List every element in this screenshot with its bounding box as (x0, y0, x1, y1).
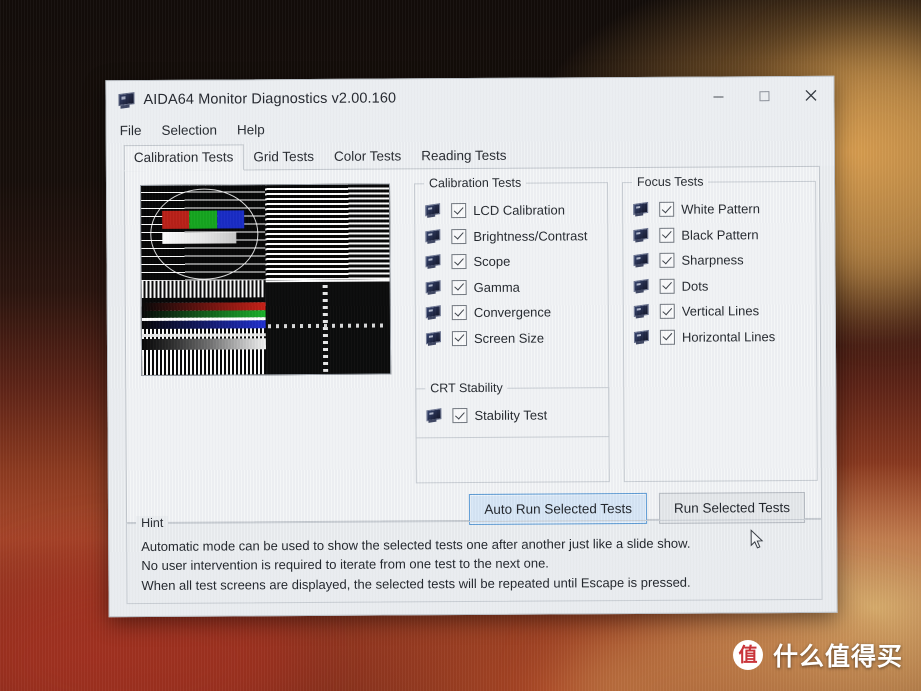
test-row-black-pattern[interactable]: Black Pattern (623, 221, 815, 248)
monitor-icon (425, 408, 442, 424)
test-row-white-pattern[interactable]: White Pattern (623, 196, 815, 223)
title-bar[interactable]: AIDA64 Monitor Diagnostics v2.00.160 (106, 76, 834, 119)
test-label: Stability Test (474, 407, 548, 424)
hint-title: Hint (136, 515, 169, 530)
test-row-brightness-contrast[interactable]: Brightness/Contrast (415, 223, 607, 250)
test-row-sharpness[interactable]: Sharpness (623, 247, 815, 274)
checkbox-gamma[interactable] (451, 279, 467, 295)
monitor-icon (425, 330, 441, 346)
test-label: Scope (473, 254, 511, 270)
monitor-icon (424, 254, 441, 270)
test-label: Brightness/Contrast (473, 228, 588, 244)
test-row-stability-test[interactable]: Stability Test (416, 402, 608, 429)
group-calibration-tests: Calibration Tests LCD Calibration Bright… (414, 175, 610, 484)
watermark-logo: 值 (732, 640, 763, 670)
monitor-icon (117, 91, 135, 109)
test-row-convergence[interactable]: Convergence (416, 299, 608, 326)
test-row-dots[interactable]: Dots (624, 272, 816, 299)
test-pattern-preview (140, 183, 392, 377)
monitor-icon (425, 305, 441, 321)
menu-item-file[interactable]: File (120, 123, 142, 138)
tab-calibration-tests[interactable]: Calibration Tests (123, 144, 244, 172)
menu-item-selection[interactable]: Selection (161, 123, 217, 138)
test-row-scope[interactable]: Scope (415, 248, 607, 275)
test-row-vertical-lines[interactable]: Vertical Lines (624, 298, 816, 325)
checkbox-convergence[interactable] (451, 305, 467, 321)
maximize-icon[interactable] (741, 77, 787, 114)
checkbox-sharpness[interactable] (659, 253, 675, 269)
group-title-calibration-tests: Calibration Tests (423, 175, 527, 191)
group-title-focus-tests: Focus Tests (631, 174, 709, 190)
monitor-icon (424, 228, 441, 244)
checkbox-stability-test[interactable] (452, 408, 468, 424)
checkbox-screen-size[interactable] (451, 330, 467, 346)
test-groups-area: Calibration Tests LCD Calibration Bright… (390, 174, 821, 484)
watermark-text: 什么值得买 (772, 642, 903, 671)
hint-panel: Hint Automatic mode can be used to show … (126, 515, 823, 605)
monitor-icon (632, 202, 649, 217)
test-row-screen-size[interactable]: Screen Size (416, 325, 608, 352)
close-icon[interactable] (787, 77, 833, 114)
watermark: 值 什么值得买 (732, 637, 903, 673)
checkbox-dots[interactable] (659, 278, 675, 294)
group-focus-tests: Focus Tests White Pattern Black Pattern (621, 174, 818, 483)
monitor-icon (632, 227, 649, 243)
test-label: Screen Size (473, 330, 545, 346)
group-title-crt-stability: CRT Stability (425, 380, 508, 396)
group-crt-stability: CRT Stability Stability Test (415, 380, 610, 438)
tab-color-tests[interactable]: Color Tests (324, 143, 411, 169)
test-label: Horizontal Lines (681, 328, 776, 345)
preview-quadrant-vertical-lines (141, 279, 267, 376)
test-row-lcd-calibration[interactable]: LCD Calibration (415, 197, 607, 224)
test-label: Convergence (473, 304, 552, 321)
preview-quadrant-crosshair (265, 278, 391, 375)
test-label: Sharpness (681, 252, 744, 268)
test-label: LCD Calibration (473, 202, 565, 219)
monitor-icon (633, 278, 649, 294)
minimize-icon[interactable] (695, 77, 741, 114)
test-row-horizontal-lines[interactable]: Horizontal Lines (624, 323, 816, 350)
tab-grid-tests[interactable]: Grid Tests (243, 144, 324, 169)
test-label: Gamma (473, 279, 520, 295)
monitor-icon (633, 304, 649, 319)
hint-line: When all test screens are displayed, the… (141, 574, 691, 593)
monitor-icon (632, 253, 649, 268)
checkbox-vertical-lines[interactable] (659, 304, 675, 320)
checkbox-lcd-calibration[interactable] (451, 203, 467, 219)
aida64-monitor-diagnostics-window: AIDA64 Monitor Diagnostics v2.00.160 Fil… (105, 75, 838, 618)
test-label: White Pattern (681, 201, 760, 217)
checkbox-black-pattern[interactable] (659, 227, 675, 243)
checkbox-horizontal-lines[interactable] (659, 329, 675, 345)
tab-content: Calibration Tests LCD Calibration Bright… (125, 167, 821, 485)
tab-page-calibration-tests: Calibration Tests LCD Calibration Bright… (123, 165, 823, 525)
menu-item-help[interactable]: Help (237, 122, 265, 137)
test-label: Vertical Lines (681, 303, 760, 319)
window-controls (695, 77, 833, 115)
test-label: Black Pattern (681, 226, 759, 243)
preview-quadrant-horizontal-lines (265, 184, 390, 280)
tab-reading-tests[interactable]: Reading Tests (411, 143, 516, 169)
test-row-gamma[interactable]: Gamma (416, 274, 608, 301)
test-label: Dots (681, 278, 709, 294)
preview-quadrant-convergence-grid (141, 185, 266, 281)
checkbox-brightness-contrast[interactable] (451, 228, 467, 244)
checkbox-scope[interactable] (451, 254, 467, 270)
monitor-icon (424, 203, 441, 219)
monitor-icon (633, 329, 649, 345)
window-title: AIDA64 Monitor Diagnostics v2.00.160 (143, 89, 397, 108)
checkbox-white-pattern[interactable] (659, 202, 675, 218)
monitor-icon (425, 279, 441, 295)
